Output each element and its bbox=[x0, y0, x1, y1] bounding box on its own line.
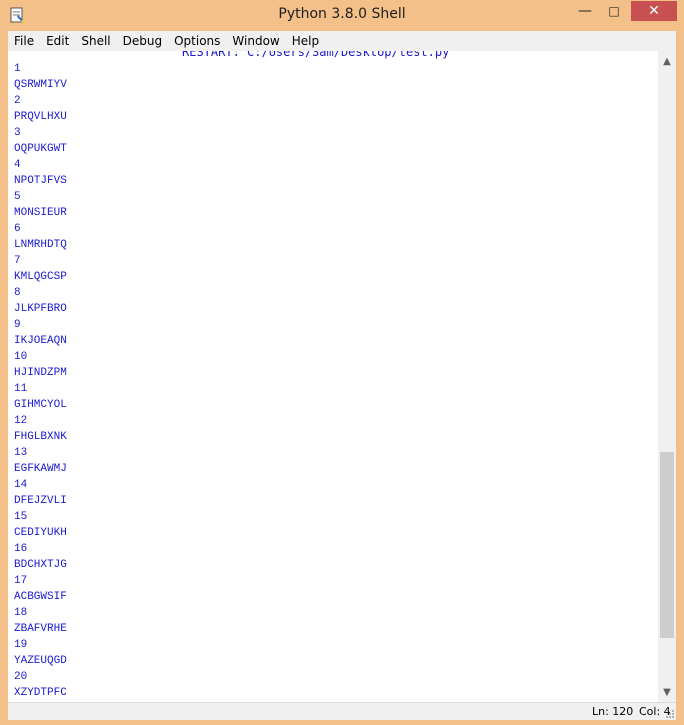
output-line: PRQVLHXU bbox=[14, 111, 67, 123]
output-line: 20 bbox=[14, 671, 28, 683]
output-line: 5 bbox=[14, 191, 21, 203]
scroll-up-arrow-icon[interactable]: ▲ bbox=[658, 53, 676, 69]
output-line: 3 bbox=[14, 127, 21, 139]
output-line: 12 bbox=[14, 415, 28, 427]
output-line: CEDIYUKH bbox=[14, 527, 67, 539]
output-line: 1 bbox=[14, 63, 21, 75]
restart-line: RESTART: C:/Users/Sam/Desktop/test.py bbox=[182, 51, 450, 59]
output-line: FHGLBXNK bbox=[14, 431, 67, 443]
title-bar[interactable]: Python 3.8.0 Shell — □ ✕ bbox=[0, 0, 684, 31]
idle-shell-window: Python 3.8.0 Shell — □ ✕ File Edit Shell… bbox=[0, 0, 684, 725]
output-line: 11 bbox=[14, 383, 28, 395]
output-line: 17 bbox=[14, 575, 28, 587]
output-line: 2 bbox=[14, 95, 21, 107]
output-line: NPOTJFVS bbox=[14, 175, 67, 187]
output-line: 14 bbox=[14, 479, 28, 491]
line-number-status: Ln: 120 bbox=[592, 705, 634, 718]
menu-help[interactable]: Help bbox=[286, 34, 325, 48]
output-line: QSRWMIYV bbox=[14, 79, 67, 91]
output-line: LNMRHDTQ bbox=[14, 239, 67, 251]
vertical-scrollbar[interactable]: ▲ ▼ bbox=[658, 51, 676, 702]
menu-options[interactable]: Options bbox=[168, 34, 226, 48]
output-line: 8 bbox=[14, 287, 21, 299]
output-line: 16 bbox=[14, 543, 28, 555]
resize-grip-icon[interactable] bbox=[665, 709, 675, 719]
output-line: 10 bbox=[14, 351, 28, 363]
close-button[interactable]: ✕ bbox=[631, 1, 677, 21]
output-line: 7 bbox=[14, 255, 21, 267]
output-line: ACBGWSIF bbox=[14, 591, 67, 603]
output-line: 18 bbox=[14, 607, 28, 619]
output-lines: 1 QSRWMIYV 2 PRQVLHXU 3 OQPUKGWT 4 NPOTJFVS 5 MON… bbox=[14, 61, 67, 701]
output-line: 15 bbox=[14, 511, 28, 523]
output-line: KMLQGCSP bbox=[14, 271, 67, 283]
output-line: IKJOEAQN bbox=[14, 335, 67, 347]
output-line: DFEJZVLI bbox=[14, 495, 67, 507]
output-line: 4 bbox=[14, 159, 21, 171]
output-line: BDCHXTJG bbox=[14, 559, 67, 571]
scroll-down-arrow-icon[interactable]: ▼ bbox=[658, 684, 676, 700]
menu-bar: File Edit Shell Debug Options Window Hel… bbox=[8, 31, 676, 51]
output-line: 19 bbox=[14, 639, 28, 651]
menu-window[interactable]: Window bbox=[226, 34, 285, 48]
status-bar: Ln: 120 Col: 4 bbox=[8, 702, 676, 720]
output-line: XZYDTPFC bbox=[14, 687, 67, 699]
output-line: EGFKAWMJ bbox=[14, 463, 67, 475]
menu-edit[interactable]: Edit bbox=[40, 34, 75, 48]
output-line: JLKPFBRO bbox=[14, 303, 67, 315]
output-line: YAZEUQGD bbox=[14, 655, 67, 667]
output-line: 13 bbox=[14, 447, 28, 459]
minimize-button[interactable]: — bbox=[571, 1, 599, 21]
maximize-button[interactable]: □ bbox=[600, 1, 628, 21]
output-line: MONSIEUR bbox=[14, 207, 67, 219]
output-line: HJINDZPM bbox=[14, 367, 67, 379]
output-line: ZBAFVRHE bbox=[14, 623, 67, 635]
output-line: GIHMCYOL bbox=[14, 399, 67, 411]
output-line: 9 bbox=[14, 319, 21, 331]
scroll-thumb[interactable] bbox=[660, 452, 674, 638]
menu-shell[interactable]: Shell bbox=[75, 34, 116, 48]
menu-file[interactable]: File bbox=[8, 34, 40, 48]
output-line: OQPUKGWT bbox=[14, 143, 67, 155]
output-line: 6 bbox=[14, 223, 21, 235]
shell-output-area[interactable]: RESTART: C:/Users/Sam/Desktop/test.py 1 Q… bbox=[8, 51, 658, 702]
menu-debug[interactable]: Debug bbox=[117, 34, 168, 48]
